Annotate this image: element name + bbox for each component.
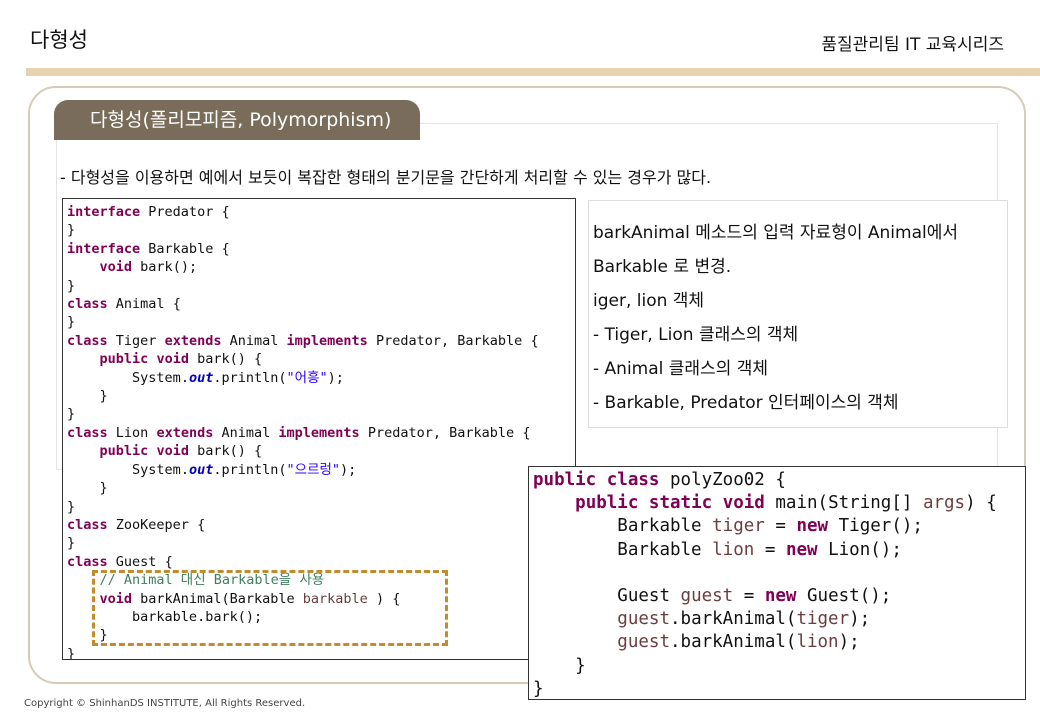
- note-line: - Animal 클래스의 객체: [593, 359, 769, 379]
- code-line: }: [99, 388, 108, 405]
- note-line: - Tiger, Lion 클래스의 객체: [593, 325, 799, 345]
- copyright-footer: Copyright © ShinhanDS INSTITUTE, All Rig…: [24, 698, 306, 709]
- code-line: }: [67, 498, 76, 515]
- code-line: class Lion extends Animal implements Pre…: [67, 424, 531, 441]
- page-title: 다형성: [30, 28, 88, 52]
- code-line: }: [67, 535, 76, 552]
- note-line: iger, lion 객체: [593, 291, 705, 311]
- code-line: interface Barkable {: [67, 240, 230, 257]
- code-line: System.out.println("으르렁");: [132, 461, 357, 478]
- code-line: class ZooKeeper {: [67, 516, 206, 533]
- code-line: guest.barkAnimal(tiger);: [617, 609, 871, 630]
- code-line: interface Predator {: [67, 204, 230, 220]
- code-line: }: [67, 406, 76, 423]
- code-line: class Guest {: [67, 553, 173, 570]
- code-line: System.out.println("어흥");: [132, 369, 344, 386]
- code-line: }: [67, 277, 76, 294]
- code-line: }: [67, 314, 76, 331]
- code-line: Barkable lion = new Lion();: [617, 539, 902, 560]
- code-line: class Animal {: [67, 296, 181, 313]
- code-line: }: [533, 678, 544, 699]
- section-tab: 다형성(폴리모피즘, Polymorphism): [54, 100, 420, 140]
- code-line: }: [575, 655, 586, 676]
- code-line: ​: [533, 562, 1025, 585]
- code-line: public class polyZoo02 {: [533, 470, 786, 490]
- code-line: guest.barkAnimal(lion);: [617, 632, 860, 653]
- notes-box: barkAnimal 메소드의 입력 자료형이 Animal에서 Barkabl…: [588, 200, 1008, 428]
- code-line: Barkable tiger = new Tiger();: [617, 516, 923, 537]
- note-line: barkAnimal 메소드의 입력 자료형이 Animal에서: [593, 223, 958, 243]
- intro-text: - 다형성을 이용하면 예에서 보듯이 복잡한 형태의 분기문을 간단하게 처리…: [60, 168, 712, 187]
- series-label: 품질관리팀 IT 교육시리즈: [821, 35, 1004, 55]
- code-line: }: [99, 480, 108, 497]
- highlight-box: [92, 570, 448, 646]
- code-listing-right: public class polyZoo02 { public static v…: [533, 469, 1025, 699]
- header-divider: [26, 68, 1040, 76]
- note-line: Barkable 로 변경.: [593, 257, 732, 277]
- code-line: class Tiger extends Animal implements Pr…: [67, 332, 539, 349]
- code-line: void bark();: [99, 259, 198, 276]
- note-line: - Barkable, Predator 인터페이스의 객체: [593, 393, 899, 413]
- code-line: Guest guest = new Guest();: [617, 586, 892, 607]
- code-line: public static void main(String[] args) {: [575, 493, 997, 514]
- code-line: public void bark() {: [99, 443, 263, 460]
- code-line: }: [67, 222, 76, 239]
- code-line: public void bark() {: [99, 351, 263, 368]
- code-block-main: public class polyZoo02 { public static v…: [528, 466, 1026, 700]
- code-line: }: [67, 645, 76, 660]
